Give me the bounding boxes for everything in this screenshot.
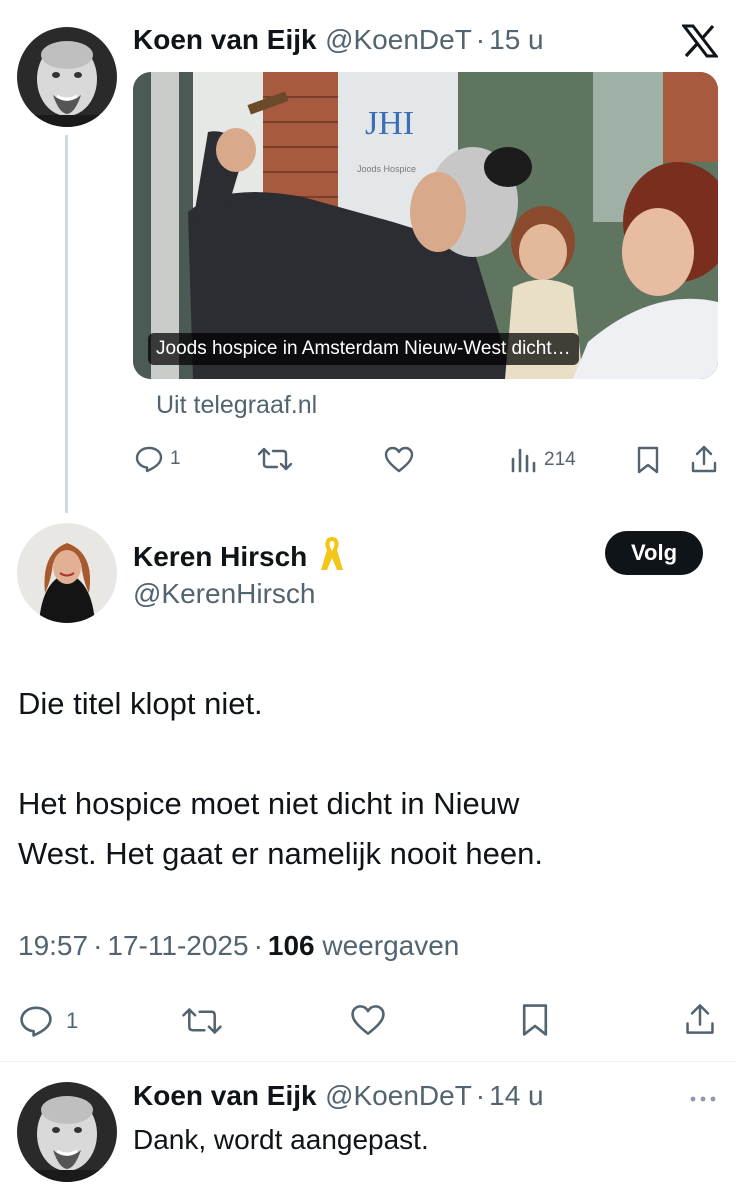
heart-icon [351,1005,385,1035]
timestamp[interactable]: 15 u [489,24,544,55]
x-logo-icon[interactable] [680,24,720,58]
reply-button[interactable]: 1 [134,445,181,473]
bookmark-icon [637,446,659,474]
author-name[interactable]: Koen van Eijk [133,24,317,55]
reply-count: 1 [66,1008,79,1033]
bookmark-icon [522,1004,548,1036]
author-handle[interactable]: @KoenDeT [325,1080,472,1111]
views-count: 214 [544,449,576,470]
thread-line [65,135,68,513]
tweet-text-line3: West. Het gaat er namelijk nooit heen. [18,836,543,871]
views-button[interactable]: 214 [510,447,576,473]
heart-icon [384,446,414,473]
retweet-icon [182,1008,222,1034]
avatar-koen[interactable] [17,27,117,127]
reply-header: Koen van Eijk @KoenDeT · 14 u [133,1080,544,1112]
link-card-source[interactable]: Uit telegraaf.nl [156,391,317,420]
reply-icon [20,1006,52,1037]
like-button[interactable] [384,446,414,473]
sign-logo: JHI [365,105,414,142]
sign-subtext: Joods Hospice [357,164,416,174]
link-card-title[interactable]: Joods hospice in Amsterdam Nieuw-West di… [148,333,579,365]
reply-icon [135,446,163,473]
more-icon[interactable] [688,1092,718,1106]
bookmark-button[interactable] [636,445,660,475]
share-icon [691,445,717,473]
tweet-date[interactable]: 17-11-2025 [107,930,248,961]
separator: · [475,1080,486,1111]
share-button[interactable] [690,444,718,474]
bookmark-button[interactable] [520,1002,550,1038]
follow-button[interactable]: Volg [605,531,703,575]
main-author-handle[interactable]: @KerenHirsch [133,578,315,610]
separator: · [93,930,103,961]
reply-text: Dank, wordt aangepast. [133,1124,429,1155]
views-label: weergaven [322,930,460,961]
retweet-icon [258,447,292,471]
share-button[interactable] [684,1002,716,1036]
tweet-time[interactable]: 19:57 [18,930,88,961]
tweet-meta: 19:57 · 17-11-2025 · 106 weergaven [18,930,459,962]
author-name[interactable]: Keren Hirsch [133,541,307,573]
author-handle[interactable]: @KoenDeT [325,24,472,55]
main-author-row: Keren Hirsch [133,534,345,579]
views-icon [511,448,536,473]
views-count: 106 [267,930,315,961]
tweet1-header: Koen van Eijk @KoenDeT · 15 u [133,24,544,56]
reply-button[interactable]: 1 [18,1004,78,1038]
share-icon [686,1004,714,1034]
author-name[interactable]: Koen van Eijk [133,1080,317,1111]
retweet-button[interactable] [182,1006,222,1036]
reply-count: 1 [170,448,181,469]
tweet-text-line2: Het hospice moet niet dicht in Nieuw [18,786,520,821]
separator: · [475,24,486,55]
separator: · [253,930,263,961]
avatar-keren[interactable] [17,523,117,623]
retweet-button[interactable] [258,446,292,472]
avatar-koen-reply[interactable] [17,1082,117,1182]
like-button[interactable] [350,1004,386,1036]
timestamp[interactable]: 14 u [489,1080,544,1111]
tweet-text-line1: Die titel klopt niet. [18,686,263,721]
yellow-ribbon-icon [319,534,345,579]
divider [0,1061,736,1062]
